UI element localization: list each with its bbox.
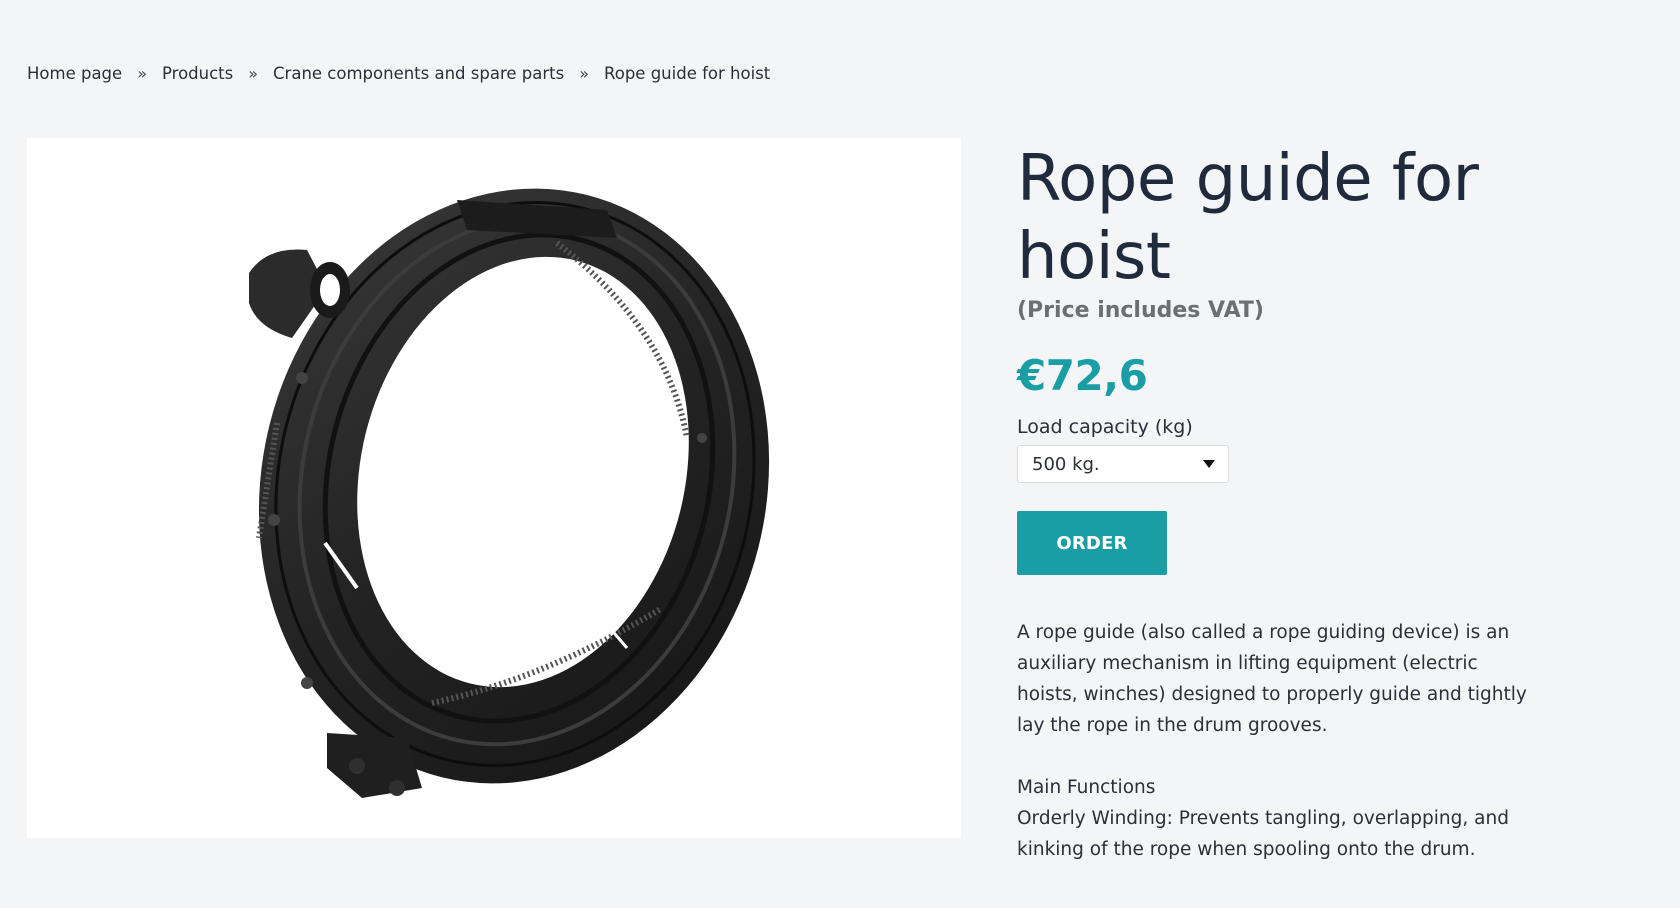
breadcrumb-separator: »	[137, 64, 147, 83]
breadcrumb-products[interactable]: Products	[162, 64, 233, 83]
chevron-down-icon	[1203, 460, 1215, 468]
description-paragraph: A rope guide (also called a rope guiding…	[1017, 622, 1527, 736]
load-capacity-value: 500 kg.	[1032, 453, 1100, 475]
order-button[interactable]: ORDER	[1017, 511, 1167, 575]
functions-heading: Main Functions	[1017, 777, 1156, 798]
breadcrumb-crane-components[interactable]: Crane components and spare parts	[273, 64, 564, 83]
product-info: Rope guide for hoist (Price includes VAT…	[1017, 140, 1577, 865]
breadcrumb-separator: »	[248, 64, 259, 83]
breadcrumb-separator: »	[579, 64, 590, 83]
breadcrumb-home[interactable]: Home page	[27, 64, 122, 83]
product-description: A rope guide (also called a rope guiding…	[1017, 617, 1542, 865]
breadcrumb: Home page » Products » Crane components …	[27, 64, 770, 83]
breadcrumb-current: Rope guide for hoist	[604, 64, 771, 83]
functions-text: Orderly Winding: Prevents tangling, over…	[1017, 808, 1509, 860]
product-title: Rope guide for hoist	[1017, 142, 1479, 294]
product-price: €72,6	[1017, 351, 1148, 400]
rope-guide-illustration	[249, 188, 770, 798]
load-capacity-select[interactable]: 500 kg.	[1017, 445, 1229, 483]
functions-block: Main Functions Orderly Winding: Prevents…	[1017, 772, 1542, 865]
load-capacity-label: Load capacity (kg)	[1017, 416, 1193, 438]
vat-note: (Price includes VAT)	[1017, 298, 1264, 323]
product-image[interactable]	[27, 138, 961, 838]
